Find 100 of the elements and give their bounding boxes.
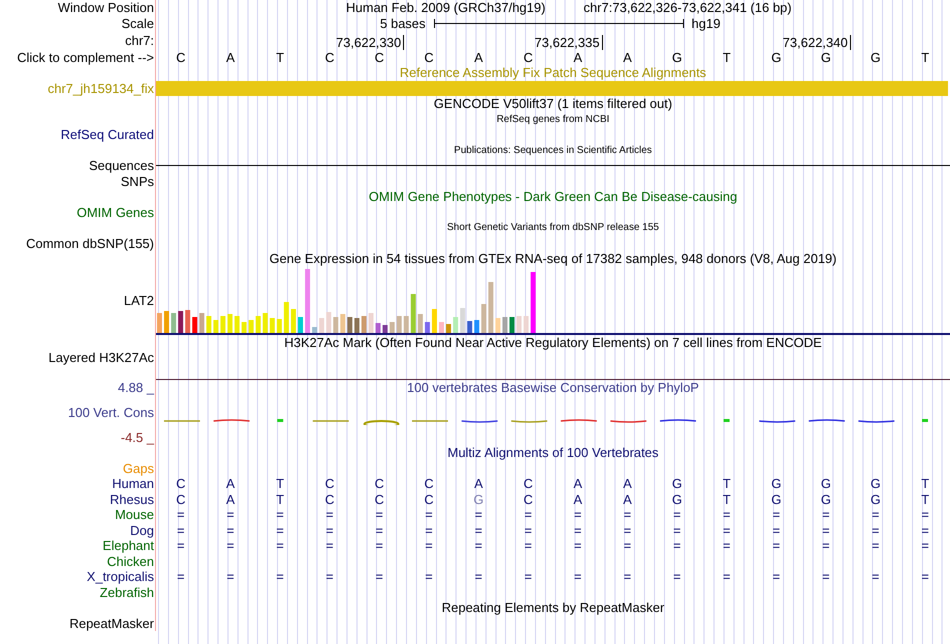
base-letter: = [672, 569, 682, 584]
scale-text: 5 bases [380, 16, 426, 31]
base-letter: = [176, 538, 186, 554]
base-letter: = [374, 538, 384, 554]
base-letter: = [672, 522, 682, 538]
base-letter: = [523, 538, 533, 554]
track-title: GENCODE V50lift37 (1 items filtered out) [434, 96, 672, 112]
row-label: Window Position [58, 0, 154, 16]
base-letter: = [870, 522, 880, 538]
base-letter: = [176, 522, 186, 538]
row-label: chr7: [125, 32, 154, 48]
base-letter: = [722, 538, 732, 554]
base-letter: = [374, 569, 384, 584]
track-title: Multiz Alignments of 100 Vertebrates [447, 445, 658, 460]
coordinate-tick: 73,622,340 [782, 34, 851, 50]
base-letter: G [870, 476, 882, 492]
base-letter: = [870, 569, 880, 584]
base-letter: G [770, 492, 782, 507]
base-letter: C [423, 476, 435, 492]
base-letter: T [275, 50, 286, 65]
base-letter: A [622, 50, 633, 65]
base-letter: T [275, 492, 286, 507]
base-letter: C [522, 492, 534, 507]
base-letter: = [424, 538, 434, 554]
base-letter: A [473, 50, 484, 65]
track-title: 100 vertebrates Basewise Conservation by PhyloP [407, 380, 699, 396]
base-letter: = [672, 538, 682, 554]
base-letter: = [474, 522, 484, 538]
assembly-name: Human Feb. 2009 (GRCh37/hg19) [346, 0, 546, 16]
base-letter: = [324, 569, 334, 584]
base-letter: = [622, 522, 632, 538]
base-letter: = [622, 538, 632, 554]
base-letter: = [772, 507, 782, 522]
base-letter: G [820, 50, 832, 65]
base-letter: C [324, 50, 336, 65]
track-label: Layered H3K27Ac [48, 350, 154, 366]
track-label: -4.5 _ [120, 430, 154, 445]
base-letter: = [821, 522, 831, 538]
base-letter: T [920, 492, 930, 507]
base-letter: = [474, 507, 484, 522]
track-label: Rhesus [110, 492, 154, 507]
base-letter: = [424, 522, 434, 538]
track-label: Human [112, 476, 154, 492]
base-letter: G [820, 492, 832, 507]
base-letter: C [423, 50, 435, 65]
coordinate-tick: 73,622,335 [534, 34, 603, 50]
track-label: 4.88 _ [118, 380, 154, 396]
track-label: Chicken [107, 554, 154, 569]
base-letter: = [870, 507, 880, 522]
base-letter: = [424, 507, 434, 522]
base-letter: = [374, 507, 384, 522]
base-letter: = [821, 507, 831, 522]
track-label: SNPs [120, 174, 154, 189]
base-letter: = [226, 538, 236, 554]
complement-link[interactable]: Click to complement --> [17, 50, 154, 65]
base-letter: = [870, 538, 880, 554]
base-letter: C [175, 476, 186, 492]
base-letter: G [870, 492, 882, 507]
base-letter: T [275, 476, 286, 492]
base-letter: = [920, 507, 930, 522]
base-letter: = [474, 538, 484, 554]
track-label: Gaps [122, 460, 154, 476]
base-letter: A [622, 476, 633, 492]
track-title: OMIM Gene Phenotypes - Dark Green Can Be Disease-causing [368, 189, 738, 204]
base-letter: C [324, 476, 336, 492]
scale-assembly: hg19 [692, 16, 720, 31]
base-letter: = [523, 507, 533, 522]
base-letter: = [324, 507, 334, 522]
base-letter: G [870, 50, 882, 65]
base-letter: G [770, 50, 782, 65]
base-letter: C [374, 476, 385, 492]
base-letter: = [920, 522, 930, 538]
base-letter: A [572, 492, 584, 507]
base-letter: = [324, 522, 334, 538]
base-letter: = [226, 522, 236, 538]
base-letter: A [225, 492, 236, 507]
base-letter: = [573, 507, 583, 522]
base-letter: A [225, 476, 236, 492]
base-letter: = [474, 569, 484, 584]
track-label: chr7_jh159134_fix [48, 80, 154, 96]
base-letter: = [176, 507, 186, 522]
track-label: 100 Vert. Cons [68, 405, 154, 420]
base-letter: T [722, 492, 732, 507]
row-label: Scale [121, 16, 154, 31]
base-letter: = [275, 538, 285, 554]
position-text: chr7:73,622,326-73,622,341 (16 bp) [583, 0, 792, 16]
coordinate-tick: 73,622,330 [336, 34, 404, 50]
base-letter: = [374, 522, 384, 538]
base-letter: = [275, 569, 285, 584]
base-letter: = [324, 538, 334, 554]
base-letter: = [226, 507, 236, 522]
track-title: Reference Assembly Fix Patch Sequence Alignments [400, 65, 706, 80]
base-letter: C [522, 50, 534, 65]
base-letter: C [324, 492, 336, 507]
base-letter: = [821, 538, 831, 554]
base-letter: C [175, 50, 186, 65]
base-letter: A [473, 476, 484, 492]
base-letter: = [573, 569, 583, 584]
base-letter: T [920, 476, 930, 492]
track-note: Short Genetic Variants from dbSNP release 155 [447, 221, 659, 236]
